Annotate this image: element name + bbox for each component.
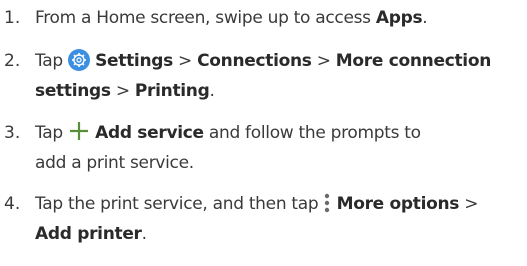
step-text-plain: add a print service. xyxy=(35,153,194,173)
step-text: Tap Add service and follow the prompts t… xyxy=(35,118,521,178)
settings-gear-icon xyxy=(67,49,90,71)
instruction-list: 1. From a Home screen, swipe up to acces… xyxy=(0,0,527,266)
separator: > xyxy=(172,51,198,71)
step-text-plain: . xyxy=(209,81,215,101)
step-number: 3. xyxy=(4,123,21,143)
step-text-plain: Tap the print service, and then tap xyxy=(35,194,324,214)
connections-label: Connections xyxy=(197,51,312,71)
apps-label: Apps xyxy=(375,8,423,28)
more-options-icon xyxy=(323,192,331,214)
step-number: 1. xyxy=(4,8,21,28)
step-number: 2. xyxy=(4,51,21,71)
step-text: Tap the print service, and then tap More… xyxy=(35,189,521,249)
step-text-plain: . xyxy=(422,8,428,28)
more-options-label: More options xyxy=(336,194,460,214)
separator: > xyxy=(110,81,135,101)
step-text-plain: and follow the prompts to xyxy=(203,123,421,143)
add-service-label: Add service xyxy=(95,123,204,143)
add-printer-label: Add printer xyxy=(35,224,142,244)
settings-label-cont: settings xyxy=(35,81,111,101)
more-connection-label: More connection xyxy=(335,51,492,71)
step-text-plain: Tap xyxy=(35,123,68,143)
settings-label: Settings xyxy=(95,51,173,71)
step-text: Tap Settings > Connections > More connec… xyxy=(35,46,521,106)
step-text-plain: From a Home screen, swipe up to access xyxy=(35,8,376,28)
separator: > xyxy=(311,51,336,71)
printing-label: Printing xyxy=(134,81,210,101)
step-text: From a Home screen, swipe up to access A… xyxy=(35,3,521,33)
step-text-plain: . xyxy=(141,224,147,244)
separator: > xyxy=(459,194,479,214)
step-number: 4. xyxy=(4,194,21,214)
plus-icon xyxy=(68,120,90,142)
step-text-plain: Tap xyxy=(35,51,68,71)
